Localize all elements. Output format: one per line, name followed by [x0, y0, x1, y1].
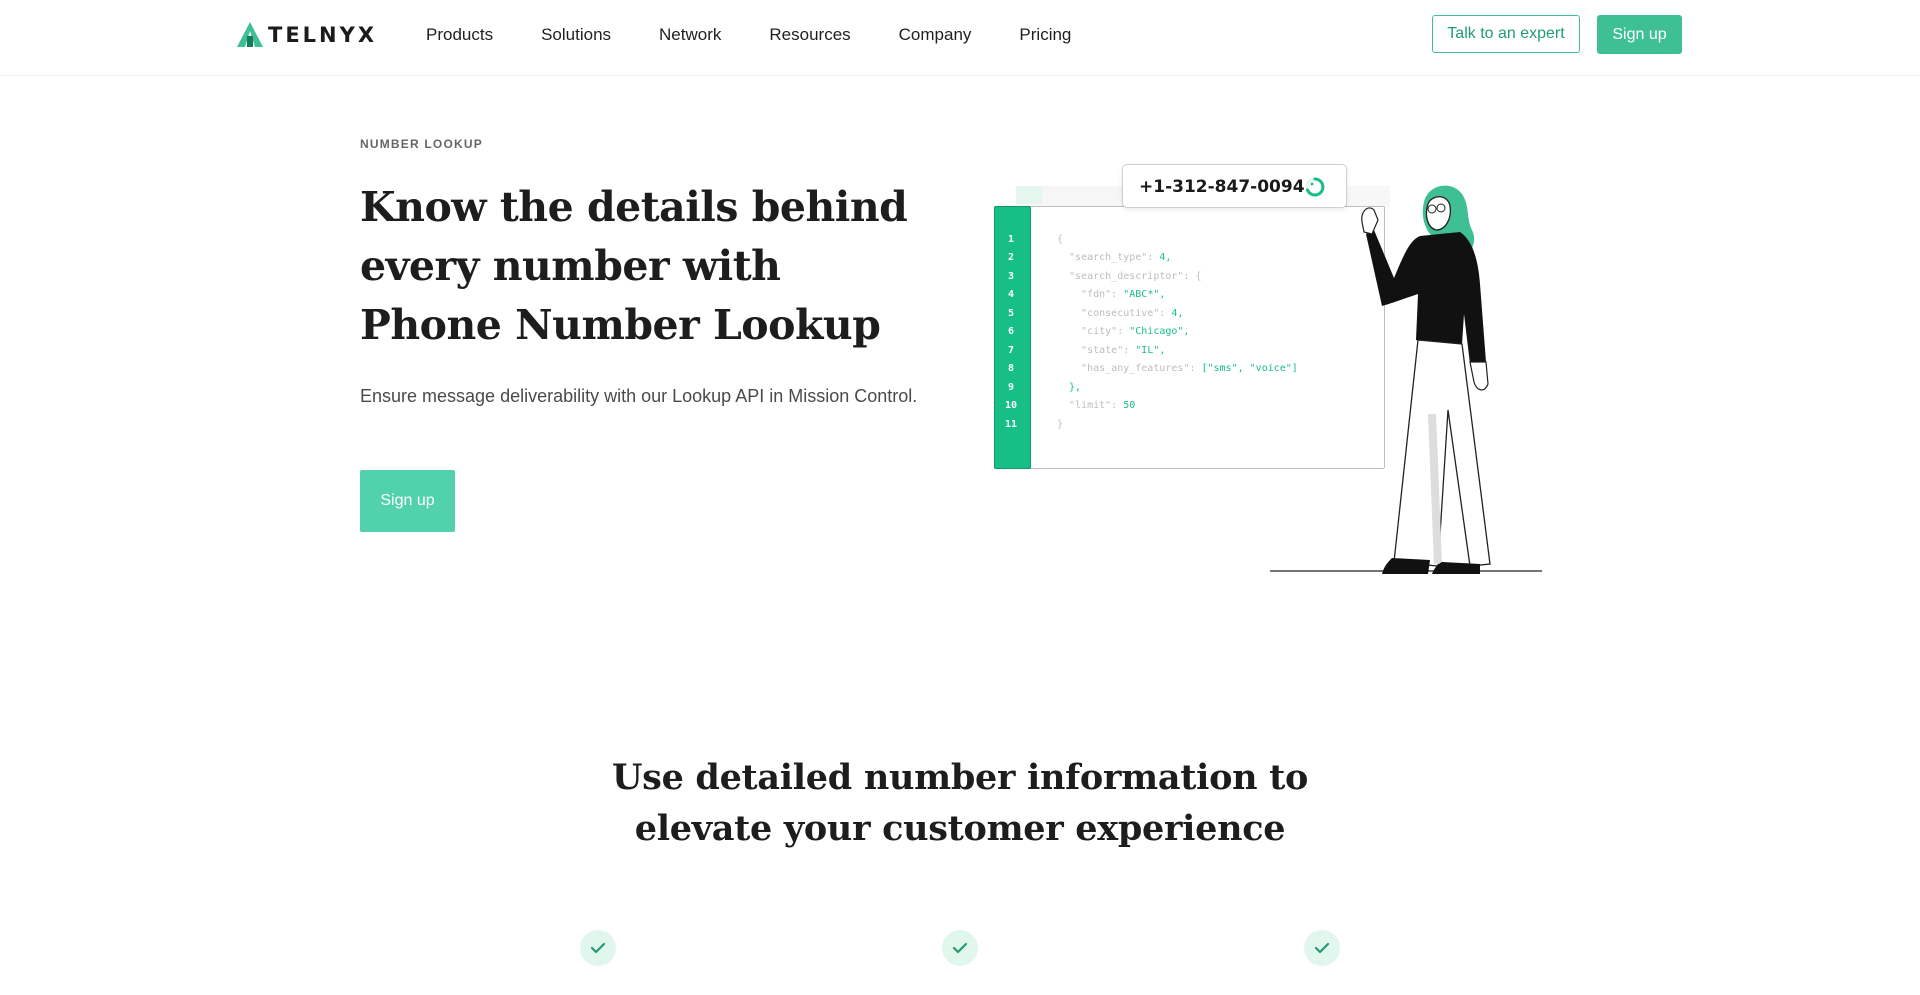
header-signup-button[interactable]: Sign up: [1597, 15, 1682, 54]
telnyx-logo[interactable]: TELNYX: [236, 22, 377, 48]
code-gutter: 1 2 3 4 5 6 7 8 9 10 11: [994, 206, 1031, 469]
feature-check-icon: [942, 930, 978, 966]
line-number: 2: [1007, 252, 1015, 263]
line-number: 6: [1007, 326, 1015, 337]
nav-network[interactable]: Network: [659, 25, 721, 45]
hero-eyebrow: NUMBER LOOKUP: [360, 137, 483, 151]
nav-resources[interactable]: Resources: [769, 25, 850, 45]
features-title: Use detailed number information to eleva…: [611, 757, 1309, 849]
code-line: {: [1057, 234, 1064, 245]
line-number: 5: [1007, 308, 1015, 319]
line-number: 7: [1007, 345, 1015, 356]
code-line: "limit": 50: [1057, 400, 1136, 411]
nav-company[interactable]: Company: [899, 25, 972, 45]
logo-text: TELNYX: [268, 23, 378, 47]
code-line: }: [1057, 419, 1064, 430]
site-header: TELNYX Products Solutions Network Resour…: [0, 0, 1920, 76]
line-number: 10: [1004, 400, 1018, 411]
feature-check-icon: [1304, 930, 1340, 966]
nav-solutions[interactable]: Solutions: [541, 25, 611, 45]
line-number: 9: [1007, 382, 1015, 393]
phone-number: +1-312-847-0094: [1139, 177, 1305, 197]
line-number: 4: [1007, 289, 1015, 300]
telnyx-logo-icon: [236, 22, 264, 48]
code-line: "fdn": "ABC*",: [1057, 289, 1166, 300]
hero-signup-button[interactable]: Sign up: [360, 470, 455, 532]
phone-number-card: +1-312-847-0094: [1122, 164, 1347, 208]
code-line: "city": "Chicago",: [1057, 326, 1190, 337]
feature-check-icon: [580, 930, 616, 966]
hero-subtitle: Ensure message deliverability with our L…: [360, 386, 918, 406]
main-nav: Products Solutions Network Resources Com…: [426, 25, 1119, 45]
line-number: 1: [1007, 234, 1015, 245]
hero-illustration: 1 2 3 4 5 6 7 8 9 10 11 { "search_type":…: [990, 160, 1550, 580]
nav-pricing[interactable]: Pricing: [1019, 25, 1071, 45]
woman-illustration: [1361, 185, 1491, 574]
code-line: "consecutive": 4,: [1057, 308, 1184, 319]
nav-products[interactable]: Products: [426, 25, 493, 45]
code-line: "search_type": 4,: [1057, 252, 1172, 263]
talk-to-expert-button[interactable]: Talk to an expert: [1432, 15, 1580, 53]
code-line: "state": "IL",: [1057, 345, 1166, 356]
line-number: 3: [1007, 271, 1015, 282]
line-number: 11: [1004, 419, 1018, 430]
code-line: "search_descriptor": {: [1057, 271, 1202, 282]
code-line: "has_any_features": ["sms", "voice"]: [1057, 363, 1298, 374]
hero-title: Know the details behind every number wit…: [360, 183, 908, 349]
line-number: 8: [1007, 363, 1015, 374]
code-line: },: [1057, 382, 1082, 393]
